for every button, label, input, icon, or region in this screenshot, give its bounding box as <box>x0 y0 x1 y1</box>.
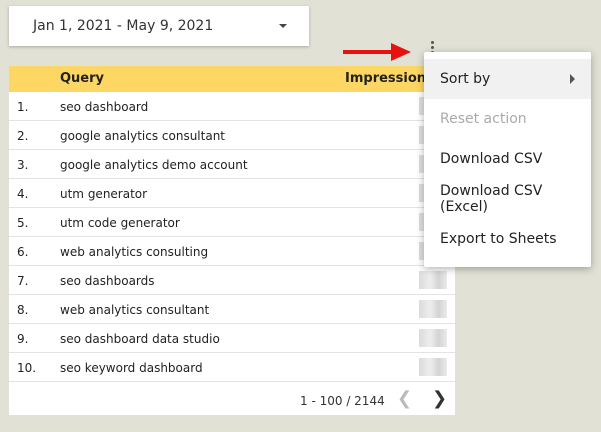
row-index: 10. <box>17 361 37 375</box>
blurred-impressions-value <box>419 329 447 347</box>
row-query: google analytics demo account <box>60 158 248 172</box>
table-row[interactable]: 6. web analytics consulting <box>9 237 455 266</box>
date-range-picker[interactable]: Jan 1, 2021 - May 9, 2021 <box>9 6 309 46</box>
row-index: 5. <box>17 216 29 230</box>
row-index: 7. <box>17 274 29 288</box>
menu-item-download-csv-excel[interactable]: Download CSV (Excel) <box>424 179 591 219</box>
menu-item-label: Sort by <box>440 71 491 87</box>
row-query: utm generator <box>60 187 148 201</box>
query-table: Query Impressions 1. seo dashboard 2. go… <box>9 66 455 415</box>
column-header-impressions[interactable]: Impressions <box>345 71 434 86</box>
menu-item-sort-by[interactable]: Sort by <box>424 59 591 99</box>
date-range-label: Jan 1, 2021 - May 9, 2021 <box>33 18 214 34</box>
menu-item-label: Download CSV <box>440 151 543 167</box>
menu-item-export-to-sheets[interactable]: Export to Sheets <box>424 219 591 259</box>
table-row[interactable]: 7. seo dashboards <box>9 266 455 295</box>
column-header-query[interactable]: Query <box>60 71 104 86</box>
row-query: utm code generator <box>60 216 180 230</box>
pagination-range: 1 - 100 / 2144 <box>300 394 385 408</box>
row-index: 1. <box>17 100 29 114</box>
menu-item-reset-action: Reset action <box>424 99 591 139</box>
table-row[interactable]: 2. google analytics consultant <box>9 121 455 150</box>
dropdown-caret-icon <box>279 24 287 28</box>
row-index: 8. <box>17 303 29 317</box>
table-row[interactable]: 1. seo dashboard <box>9 92 455 121</box>
row-index: 2. <box>17 129 29 143</box>
table-row[interactable]: 4. utm generator <box>9 179 455 208</box>
context-menu: Sort by Reset action Download CSV Downlo… <box>424 52 591 267</box>
table-row[interactable]: 10. seo keyword dashboard <box>9 353 455 382</box>
blurred-impressions-value <box>419 300 447 318</box>
row-index: 3. <box>17 158 29 172</box>
table-row[interactable]: 5. utm code generator <box>9 208 455 237</box>
row-index: 4. <box>17 187 29 201</box>
table-row[interactable]: 9. seo dashboard data studio <box>9 324 455 353</box>
table-row[interactable]: 3. google analytics demo account <box>9 150 455 179</box>
row-query: seo dashboards <box>60 274 155 288</box>
row-query: google analytics consultant <box>60 129 226 143</box>
menu-item-label: Export to Sheets <box>440 231 557 247</box>
table-row[interactable]: 8. web analytics consultant <box>9 295 455 324</box>
chevron-right-icon[interactable]: ❯ <box>432 388 447 409</box>
pagination: 1 - 100 / 2144 ❮ ❯ <box>9 386 455 415</box>
blurred-impressions-value <box>419 271 447 289</box>
row-query: web analytics consulting <box>60 245 209 259</box>
row-query: web analytics consultant <box>60 303 210 317</box>
blurred-impressions-value <box>419 358 447 376</box>
red-arrow-icon <box>343 43 411 61</box>
menu-item-label: Reset action <box>440 111 527 127</box>
menu-item-label: Download CSV (Excel) <box>440 183 543 215</box>
row-query: seo dashboard <box>60 100 149 114</box>
row-query: seo dashboard data studio <box>60 332 220 346</box>
row-query: seo keyword dashboard <box>60 361 203 375</box>
chevron-left-icon[interactable]: ❮ <box>397 388 412 409</box>
row-index: 6. <box>17 245 29 259</box>
row-index: 9. <box>17 332 29 346</box>
table-header: Query Impressions <box>9 66 455 92</box>
chevron-right-icon <box>570 74 575 84</box>
menu-item-download-csv[interactable]: Download CSV <box>424 139 591 179</box>
